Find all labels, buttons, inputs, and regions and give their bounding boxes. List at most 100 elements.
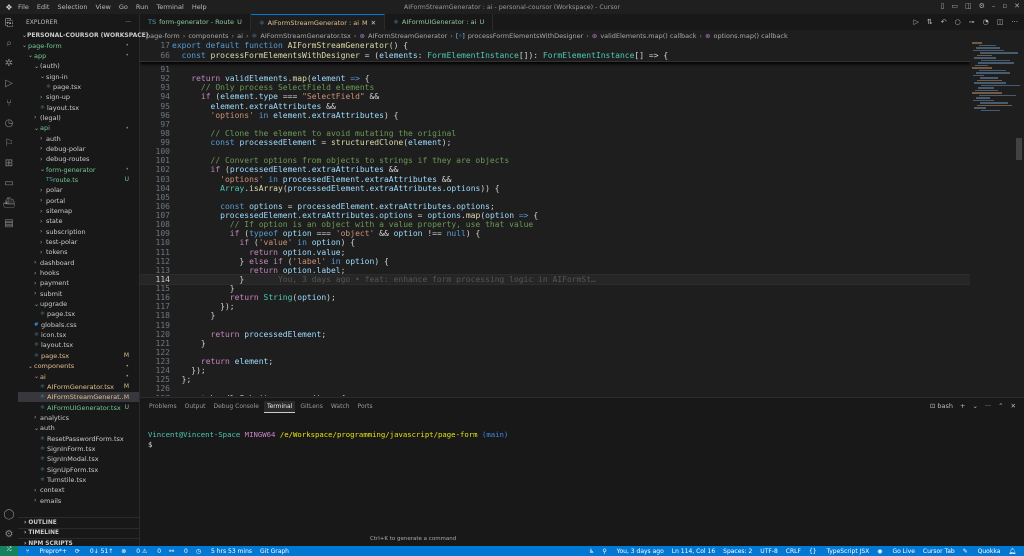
- panel-tab-output[interactable]: Output: [182, 401, 209, 413]
- file-item[interactable]: ⚛ AIFormGenerator.tsx M: [18, 382, 139, 392]
- folder-item[interactable]: › tokens: [18, 247, 139, 257]
- close-panel-icon[interactable]: ✕: [1011, 402, 1016, 410]
- extensions-icon[interactable]: ⊞: [5, 158, 13, 169]
- language-mode[interactable]: {} TypeScript JSX: [809, 548, 869, 555]
- git-graph-button[interactable]: Git Graph: [260, 548, 289, 555]
- indentation[interactable]: Spaces: 2: [723, 548, 752, 555]
- breadcrumb-item[interactable]: page-form: [146, 32, 180, 40]
- search-icon[interactable]: ⌕: [6, 38, 12, 49]
- folder-item[interactable]: ⌄ form-generator •: [18, 164, 139, 174]
- session-time[interactable]: ◷ 5 hrs 53 mins: [196, 548, 252, 555]
- folder-item[interactable]: › (legal): [18, 113, 139, 123]
- file-item[interactable]: ⚛ Turnstile.tsx: [18, 475, 139, 485]
- more-actions-icon[interactable]: ···: [985, 402, 991, 410]
- go-live-button[interactable]: ◉ Go Live: [877, 548, 915, 555]
- toggle-sidebar-icon[interactable]: ▯: [940, 2, 944, 10]
- folder-item[interactable]: ⌄ page-form •: [18, 40, 139, 50]
- panel-tab-ports[interactable]: Ports: [355, 401, 376, 413]
- close-tab-icon[interactable]: ✕: [371, 19, 376, 27]
- panel-tab-gitlens[interactable]: GitLens: [297, 401, 326, 413]
- file-item[interactable]: # globals.css: [18, 320, 139, 330]
- menu-edit[interactable]: Edit: [37, 3, 50, 11]
- explorer-more-button[interactable]: ···: [125, 19, 131, 26]
- menu-file[interactable]: File: [18, 3, 29, 11]
- folder-item[interactable]: › sitemap: [18, 206, 139, 216]
- file-item[interactable]: ⚛ page.tsx: [18, 82, 139, 92]
- folder-item[interactable]: ⌄ api •: [18, 123, 139, 133]
- folder-item[interactable]: › hooks: [18, 268, 139, 278]
- source-control-icon[interactable]: ⑂: [6, 98, 12, 109]
- folder-item[interactable]: ⌄ auth: [18, 423, 139, 433]
- tab-form-generator[interactable]: TS form-generator - Route U: [140, 14, 251, 30]
- file-item[interactable]: ⚛ page.tsx M: [18, 351, 139, 361]
- open-changes-icon[interactable]: ⊸: [969, 18, 975, 26]
- quokka-button[interactable]: ✎ Quokka: [963, 548, 1001, 555]
- notifications-bell-icon[interactable]: 🔔︎: [1008, 548, 1016, 555]
- terminal-dropdown-icon[interactable]: ⌄: [972, 402, 977, 410]
- tab-aiformstreamgenerator[interactable]: ⚛ AIFormStreamGenerator : ai M ✕: [250, 14, 386, 30]
- ports-status[interactable]: ⚯ 0: [169, 548, 188, 555]
- breadcrumb-item[interactable]: ai: [237, 32, 243, 40]
- file-item[interactable]: ⚛ SignInForm.tsx: [18, 444, 139, 454]
- account-icon[interactable]: ◯: [3, 509, 14, 520]
- breadcrumb-item[interactable]: components: [188, 32, 228, 40]
- settings-gear-icon[interactable]: ⚙: [979, 2, 985, 10]
- manage-gear-icon[interactable]: ⚙: [5, 529, 14, 540]
- blame-status[interactable]: ⚲ You, 3 days ago: [602, 548, 663, 555]
- file-item[interactable]: ⚛ AIFormUIGenerator.tsx U: [18, 402, 139, 412]
- file-item[interactable]: ⚛ ResetPasswordForm.tsx: [18, 433, 139, 443]
- folder-item[interactable]: › analytics: [18, 413, 139, 423]
- debug-icon[interactable]: ✲: [5, 58, 13, 69]
- new-terminal-icon[interactable]: +: [960, 402, 965, 410]
- folder-item[interactable]: › debug-polar: [18, 144, 139, 154]
- menu-terminal[interactable]: Terminal: [156, 3, 183, 11]
- explorer-icon[interactable]: ⎘: [5, 18, 13, 29]
- line-ending[interactable]: CRLF: [786, 548, 801, 555]
- folder-item[interactable]: › payment: [18, 278, 139, 288]
- file-item[interactable]: ⚛ layout.tsx: [18, 102, 139, 112]
- folder-item[interactable]: ⌄ upgrade: [18, 299, 139, 309]
- panel-tab-watch[interactable]: Watch: [328, 401, 353, 413]
- terminal-shell-selector[interactable]: ⊡ bash: [930, 402, 953, 410]
- run-debug-icon[interactable]: ▷: [5, 78, 13, 89]
- file-item[interactable]: TS route.ts U: [18, 175, 139, 185]
- panel-tab-debug-console[interactable]: Debug Console: [211, 401, 262, 413]
- folder-item[interactable]: ⌄ app •: [18, 51, 139, 61]
- menu-selection[interactable]: Selection: [57, 3, 87, 11]
- docker-icon[interactable]: ⛴: [3, 198, 16, 209]
- menu-view[interactable]: View: [95, 3, 110, 11]
- breadcrumb-item[interactable]: options.map() callback: [714, 32, 788, 40]
- encoding[interactable]: UTF-8: [760, 548, 778, 555]
- breadcrumb-item[interactable]: AIFormStreamGenerator.tsx: [260, 32, 351, 40]
- file-item[interactable]: ⚛ SignUpForm.tsx: [18, 464, 139, 474]
- folder-item[interactable]: › submit: [18, 289, 139, 299]
- folder-item[interactable]: › polar: [18, 185, 139, 195]
- folder-item[interactable]: › subscription: [18, 227, 139, 237]
- minimize-button[interactable]: –: [992, 2, 996, 10]
- menu-run[interactable]: Run: [136, 3, 148, 11]
- folder-item[interactable]: › context: [18, 485, 139, 495]
- menu-help[interactable]: Help: [192, 3, 207, 11]
- folder-item[interactable]: ⌄ ai •: [18, 371, 139, 381]
- cursor-position[interactable]: Ln 114, Col 16: [672, 548, 715, 555]
- tab-aiformuigenerator[interactable]: ⚛ AIFormUIGenerator : ai U: [385, 14, 494, 30]
- menu-go[interactable]: Go: [119, 3, 128, 11]
- timeline-section[interactable]: › TIMELINE: [18, 527, 140, 539]
- folder-item[interactable]: › debug-routes: [18, 154, 139, 164]
- folder-item[interactable]: ⌄ PERSONAL-COURSOR (WORKSPACE): [18, 30, 148, 40]
- branch-status[interactable]: ⑂ Prepro*+: [26, 548, 67, 555]
- terminal[interactable]: Vincent@Vincent-Space MINGW64 /e/Workspa…: [140, 416, 1024, 450]
- maximize-button[interactable]: ▫: [1002, 2, 1007, 10]
- previous-change-icon[interactable]: ↶: [941, 18, 947, 26]
- breadcrumb-item[interactable]: processFormElementsWithDesigner: [468, 32, 584, 40]
- cursor-tab-button[interactable]: Cursor Tab: [923, 548, 955, 555]
- breadcrumb-item[interactable]: AIFormStreamGenerator: [368, 32, 447, 40]
- more-actions-icon[interactable]: ···: [1011, 18, 1018, 26]
- close-window-button[interactable]: ✕: [1014, 2, 1020, 10]
- problems-status[interactable]: ⊗ 0 ⚠ 0: [121, 548, 161, 555]
- file-item[interactable]: ⚛ layout.tsx: [18, 340, 139, 350]
- file-item[interactable]: ⚛ SignInModal.tsx: [18, 454, 139, 464]
- folder-item[interactable]: › auth: [18, 133, 139, 143]
- file-item[interactable]: ⚛ page.tsx: [18, 309, 139, 319]
- folder-item[interactable]: › sign-up: [18, 92, 139, 102]
